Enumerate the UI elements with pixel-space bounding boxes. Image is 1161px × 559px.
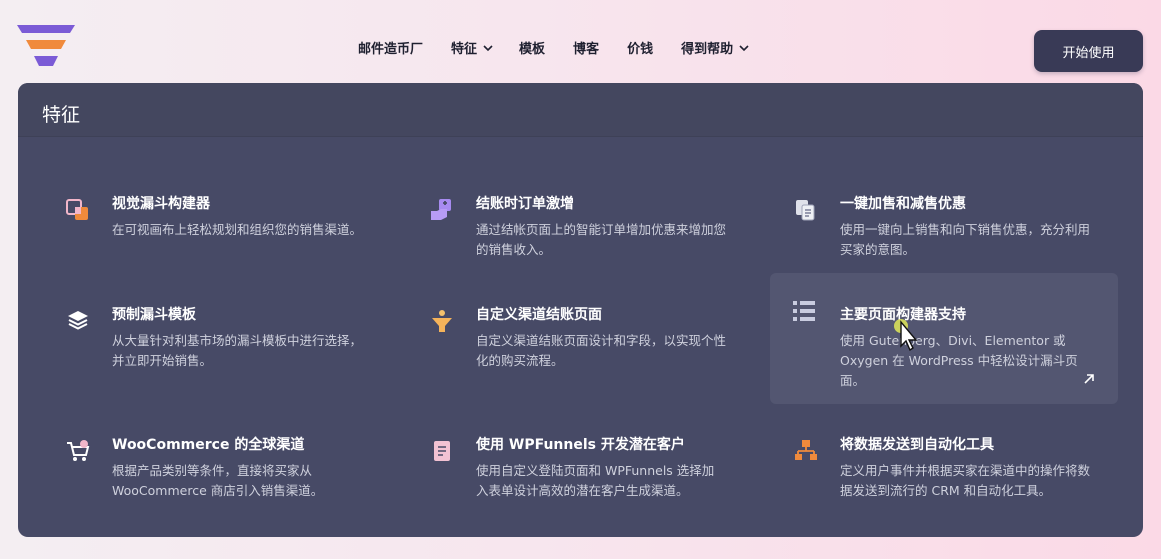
main-nav: 邮件造币厂 特征 模板 博客 价钱 得到帮助	[358, 38, 775, 57]
get-started-button[interactable]: 开始使用	[1034, 30, 1143, 72]
feature-desc: 根据产品类别等条件，直接将买家从 WooCommerce 商店引入销售渠道。	[112, 463, 324, 498]
features-dropdown-panel: 特征 视觉漏斗构建器 在可视画布上轻松规划和组织您的销售渠道。 结账时订单激增 …	[18, 83, 1143, 537]
feature-automation-tools[interactable]: 将数据发送到自动化工具 定义用户事件并根据买家在渠道中的操作将数据发送到流行的 …	[746, 417, 1093, 537]
feature-desc: 使用一键向上销售和向下销售优惠，充分利用买家的意图。	[840, 222, 1091, 257]
feature-title: 预制漏斗模板	[112, 307, 196, 323]
nav-item-label: 模板	[519, 42, 546, 57]
nav-item-pricing[interactable]: 价钱	[627, 38, 653, 57]
feature-desc: 定义用户事件并根据买家在渠道中的操作将数据发送到流行的 CRM 和自动化工具。	[840, 463, 1091, 498]
nav-item-label: 邮件造币厂	[358, 42, 424, 57]
feature-title: 视觉漏斗构建器	[112, 196, 210, 212]
document-icon	[428, 437, 456, 465]
feature-title: 使用 WPFunnels 开发潜在客户	[476, 437, 685, 453]
canvas-icon	[64, 196, 92, 224]
chevron-down-icon	[483, 44, 493, 51]
feature-page-builder-support[interactable]: 主要页面构建器支持 使用 Gutenberg、Divi、Elementor 或 …	[770, 273, 1118, 404]
feature-title: 主要页面构建器支持	[840, 307, 966, 323]
upsell-icon	[792, 196, 820, 224]
nav-item-label: 得到帮助	[681, 42, 734, 57]
feature-title: 一键加售和减售优惠	[840, 196, 966, 212]
feature-desc: 从大量针对利基市场的漏斗模板中进行选择，并立即开始销售。	[112, 333, 363, 368]
feature-desc: 在可视画布上轻松规划和组织您的销售渠道。	[112, 222, 363, 237]
feature-title: 自定义渠道结账页面	[476, 307, 602, 323]
nav-item-label: 博客	[573, 42, 600, 57]
feature-desc: 使用自定义登陆页面和 WPFunnels 选择加入表单设计高效的潜在客户生成渠道…	[476, 463, 715, 498]
arrow-up-right-icon	[1084, 374, 1094, 384]
panel-title: 特征	[18, 83, 1143, 137]
nav-item-templates[interactable]: 模板	[519, 38, 545, 57]
feature-lead-generation[interactable]: 使用 WPFunnels 开发潜在客户 使用自定义登陆页面和 WPFunnels…	[382, 417, 729, 537]
automation-icon	[792, 437, 820, 465]
order-bump-icon	[428, 196, 456, 224]
feature-desc: 通过结帐页面上的智能订单增加优惠来增加您的销售收入。	[476, 222, 727, 257]
logo-icon[interactable]	[17, 23, 77, 71]
funnel-icon	[428, 307, 456, 335]
chevron-down-icon	[739, 44, 749, 51]
nav-item-help[interactable]: 得到帮助	[681, 38, 750, 57]
feature-desc: 自定义渠道结账页面设计和字段，以实现个性化的购买流程。	[476, 333, 727, 368]
nav-item-features[interactable]: 特征	[451, 38, 494, 57]
nav-item-label: 价钱	[627, 42, 654, 57]
layers-icon	[64, 307, 92, 335]
cart-icon	[64, 437, 92, 465]
mouse-cursor-icon	[894, 319, 918, 352]
feature-title: 将数据发送到自动化工具	[840, 437, 994, 453]
feature-custom-checkout[interactable]: 自定义渠道结账页面 自定义渠道结账页面设计和字段，以实现个性化的购买流程。	[382, 287, 729, 418]
feature-woocommerce-global[interactable]: WooCommerce 的全球渠道 根据产品类别等条件，直接将买家从 WooCo…	[18, 417, 365, 537]
nav-item-blog[interactable]: 博客	[573, 38, 599, 57]
feature-title: WooCommerce 的全球渠道	[112, 437, 305, 453]
site-header: 邮件造币厂 特征 模板 博客 价钱 得到帮助 开始使用	[0, 0, 1161, 96]
feature-title: 结账时订单激增	[476, 196, 574, 212]
list-icon	[790, 297, 818, 325]
feature-desc: 使用 Gutenberg、Divi、Elementor 或 Oxygen 在 W…	[840, 333, 1078, 388]
nav-item-mail-mint[interactable]: 邮件造币厂	[358, 38, 423, 57]
feature-premade-templates[interactable]: 预制漏斗模板 从大量针对利基市场的漏斗模板中进行选择，并立即开始销售。	[18, 287, 365, 418]
nav-item-label: 特征	[451, 42, 478, 57]
